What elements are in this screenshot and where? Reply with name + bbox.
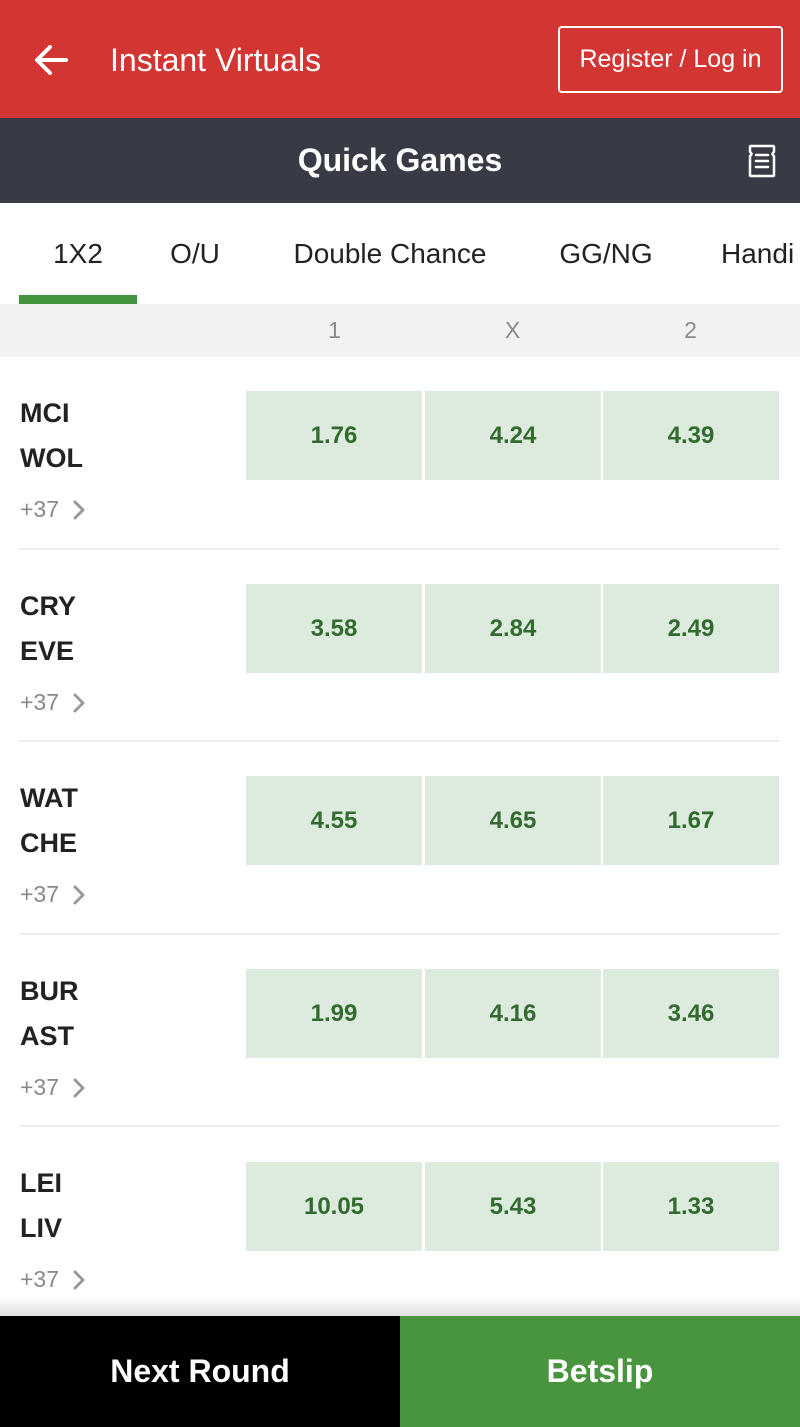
more-markets-link[interactable]: +37 — [20, 1074, 85, 1101]
odd-button-home[interactable]: 10.05 — [246, 1162, 422, 1251]
chevron-right-icon — [73, 1078, 85, 1098]
odd-button-away[interactable]: 1.33 — [603, 1162, 779, 1251]
odd-button-away[interactable]: 1.67 — [603, 776, 779, 865]
active-tab-indicator — [19, 295, 137, 304]
more-markets-link[interactable]: +37 — [20, 689, 85, 716]
odd-button-draw[interactable]: 4.16 — [425, 969, 601, 1058]
more-markets-link[interactable]: +37 — [20, 496, 85, 523]
odd-button-away[interactable]: 3.46 — [603, 969, 779, 1058]
more-markets-count: +37 — [20, 1266, 60, 1292]
section-bar: Quick Games — [0, 118, 800, 203]
away-team: WOL — [20, 443, 83, 473]
home-team: MCI — [20, 398, 70, 428]
match-row: LEI LIV +37 10.05 5.43 1.33 — [0, 1127, 800, 1320]
tab-1x2[interactable]: 1X2 — [19, 203, 137, 304]
odds-column-header: 1 X 2 — [0, 304, 800, 357]
arrow-left-icon — [35, 45, 68, 75]
column-label-home: 1 — [328, 317, 341, 343]
chevron-right-icon — [73, 885, 85, 905]
more-markets-count: +37 — [20, 689, 60, 715]
more-markets-count: +37 — [20, 1074, 60, 1100]
more-markets-count: +37 — [20, 496, 60, 522]
register-login-button[interactable]: Register / Log in — [558, 26, 783, 93]
away-team: AST — [20, 1021, 74, 1051]
away-team: EVE — [20, 636, 75, 666]
bottom-bar-shadow — [0, 1296, 800, 1316]
section-title: Quick Games — [297, 142, 503, 178]
betslip-receipt-button[interactable] — [744, 142, 780, 180]
odd-button-home[interactable]: 1.76 — [246, 391, 422, 480]
away-team: CHE — [20, 828, 78, 858]
tab-over-under[interactable]: O/U — [150, 203, 240, 304]
market-tabs: 1X2 O/U Double Chance GG/NG Handi — [0, 203, 800, 304]
tab-handicap[interactable]: Handi — [710, 203, 800, 304]
next-round-button[interactable]: Next Round — [0, 1316, 400, 1427]
tab-double-chance[interactable]: Double Chance — [270, 203, 510, 304]
match-row: MCI WOL +37 1.76 4.24 4.39 — [0, 357, 800, 550]
match-row: WAT CHE +37 4.55 4.65 1.67 — [0, 742, 800, 935]
odd-button-draw[interactable]: 2.84 — [425, 584, 601, 673]
more-markets-count: +37 — [20, 881, 60, 907]
odd-button-away[interactable]: 4.39 — [603, 391, 779, 480]
app-title: Instant Virtuals — [110, 42, 322, 78]
tab-gg-ng[interactable]: GG/NG — [540, 203, 672, 304]
column-label-draw: X — [504, 317, 521, 343]
back-button[interactable] — [28, 38, 74, 82]
betslip-button[interactable]: Betslip — [400, 1316, 800, 1427]
odd-button-away[interactable]: 2.49 — [603, 584, 779, 673]
odd-button-draw[interactable]: 5.43 — [425, 1162, 601, 1251]
more-markets-link[interactable]: +37 — [20, 1266, 85, 1293]
away-team: LIV — [20, 1213, 63, 1243]
odd-button-draw[interactable]: 4.24 — [425, 391, 601, 480]
column-label-away: 2 — [684, 317, 697, 343]
odd-button-home[interactable]: 3.58 — [246, 584, 422, 673]
odd-button-home[interactable]: 1.99 — [246, 969, 422, 1058]
chevron-right-icon — [73, 500, 85, 520]
match-row: CRY EVE +37 3.58 2.84 2.49 — [0, 550, 800, 743]
chevron-right-icon — [73, 1270, 85, 1290]
receipt-icon — [748, 144, 776, 178]
home-team: WAT — [20, 783, 78, 813]
home-team: CRY — [20, 591, 77, 621]
home-team: LEI — [20, 1168, 63, 1198]
home-team: BUR — [20, 976, 79, 1006]
app-header: Instant Virtuals Register / Log in — [0, 0, 800, 118]
chevron-right-icon — [73, 693, 85, 713]
odd-button-home[interactable]: 4.55 — [246, 776, 422, 865]
bottom-action-bar: Next Round Betslip — [0, 1316, 800, 1427]
odd-button-draw[interactable]: 4.65 — [425, 776, 601, 865]
more-markets-link[interactable]: +37 — [20, 881, 85, 908]
match-row: BUR AST +37 1.99 4.16 3.46 — [0, 935, 800, 1128]
